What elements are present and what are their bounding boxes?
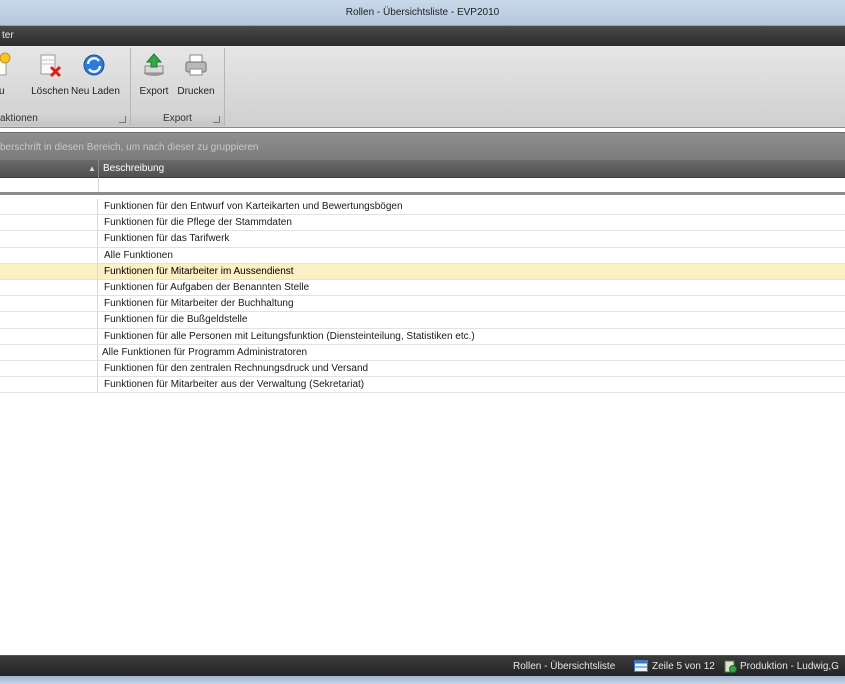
ribbon-group-aktionen: eu Löschen Neu Laden aktionen [0,48,131,126]
table-row[interactable]: Funktionen für die Bußgeldstelle [0,312,845,329]
table-cell-beschreibung[interactable]: Funktionen für Mitarbeiter aus der Verwa… [104,379,364,390]
table-cell-name[interactable] [0,215,98,231]
delete-button-label: Löschen [31,86,69,97]
table-row[interactable]: Funktionen für den Entwurf von Karteikar… [0,199,845,216]
table-cell-beschreibung[interactable]: Alle Funktionen für Programm Administrat… [102,347,307,358]
ribbon-tab[interactable]: ter [0,30,14,41]
status-row-info: Zeile 5 von 12 [652,661,715,672]
sort-ascending-icon: ▲ [88,164,96,173]
grid-header: ▲ Beschreibung [0,160,845,178]
print-icon [185,54,207,76]
table-cell-name[interactable] [0,312,98,328]
ribbon-group-title: aktionen [0,112,130,126]
print-button[interactable]: Drucken [173,50,219,108]
table-cell-beschreibung[interactable]: Funktionen für das Tarifwerk [104,233,229,244]
table-cell-name[interactable] [0,247,98,263]
table-cell-name[interactable] [0,360,98,377]
table-cell-name[interactable] [0,263,98,279]
print-button-label: Drucken [177,86,215,97]
dialog-launcher-icon[interactable] [119,116,126,123]
title-bar: Rollen - Übersichtsliste - EVP2010 [0,0,845,26]
ribbon-group-title-label: aktionen [0,113,38,124]
ribbon-group-export: Export Drucken Export [131,48,225,126]
table-cell-name[interactable] [0,199,98,215]
reload-button-label: Neu Laden [71,86,120,97]
status-view-name: Rollen - Übersichtsliste [513,661,616,672]
ribbon: eu Löschen Neu Laden aktionen [0,46,845,128]
table-cell-name[interactable] [0,377,98,393]
table-icon [634,660,648,672]
group-by-panel[interactable]: berschrift in diesen Bereich, um nach di… [0,132,845,160]
table-cell-beschreibung[interactable]: Funktionen für den zentralen Rechnungsdr… [104,363,368,374]
group-by-hint: berschrift in diesen Bereich, um nach di… [0,142,259,153]
status-environment: Produktion - Ludwig,G [740,661,839,672]
window-bottom-border [0,676,845,684]
status-bar: Rollen - Übersichtsliste Zeile 5 von 12 … [0,655,845,676]
reload-button[interactable]: Neu Laden [71,50,120,108]
ribbon-tab-strip: ter [0,26,845,46]
new-document-icon [0,52,11,76]
table-cell-beschreibung[interactable]: Funktionen für die Bußgeldstelle [104,314,247,325]
table-cell-name[interactable] [0,328,98,344]
table-cell-beschreibung[interactable]: Funktionen für Mitarbeiter der Buchhaltu… [104,298,294,309]
new-button-label: eu [0,86,5,97]
export-button-label: Export [139,86,169,97]
export-icon [144,53,164,76]
table-cell-name[interactable] [0,344,98,360]
delete-icon [40,54,62,78]
table-cell-beschreibung[interactable]: Funktionen für die Pflege der Stammdaten [104,217,292,228]
column-header-beschreibung[interactable]: Beschreibung [98,160,845,178]
table-row[interactable]: Funktionen für Mitarbeiter der Buchhaltu… [0,296,845,313]
table-row[interactable]: Funktionen für Aufgaben der Benannten St… [0,279,845,297]
table-cell-name[interactable] [0,231,98,247]
column-separator [98,178,99,192]
delete-button[interactable]: Löschen [27,50,73,108]
ribbon-group-title-label: Export [163,113,192,124]
window-title: Rollen - Übersichtsliste - EVP2010 [345,7,500,18]
data-grid: Funktionen für den Entwurf von Karteikar… [0,199,845,394]
refresh-icon [83,54,105,76]
table-row[interactable]: Funktionen für den zentralen Rechnungsdr… [0,360,845,378]
table-row[interactable]: Funktionen für Mitarbeiter aus der Verwa… [0,377,845,394]
table-cell-name[interactable] [0,279,98,296]
table-cell-beschreibung[interactable]: Funktionen für den Entwurf von Karteikar… [104,201,403,212]
table-row[interactable]: Funktionen für alle Personen mit Leitung… [0,328,845,345]
new-button[interactable]: eu [0,50,22,108]
dialog-launcher-icon[interactable] [213,116,220,123]
database-icon [724,660,737,673]
table-cell-beschreibung[interactable]: Funktionen für alle Personen mit Leitung… [104,331,475,342]
table-cell-beschreibung[interactable]: Funktionen für Mitarbeiter im Aussendien… [104,266,294,277]
table-cell-beschreibung[interactable]: Funktionen für Aufgaben der Benannten St… [104,282,309,293]
ribbon-group-title: Export [131,112,224,126]
table-row[interactable]: Funktionen für die Pflege der Stammdaten [0,215,845,232]
table-cell-beschreibung[interactable]: Alle Funktionen [104,250,173,261]
table-row[interactable]: Funktionen für das Tarifwerk [0,231,845,248]
table-cell-name[interactable] [0,296,98,312]
export-button[interactable]: Export [131,50,177,108]
filter-row[interactable] [0,178,845,195]
table-row[interactable]: Alle Funktionen [0,247,845,264]
table-row[interactable]: Funktionen für Mitarbeiter im Aussendien… [0,263,845,280]
table-row[interactable]: Alle Funktionen für Programm Administrat… [0,344,845,361]
